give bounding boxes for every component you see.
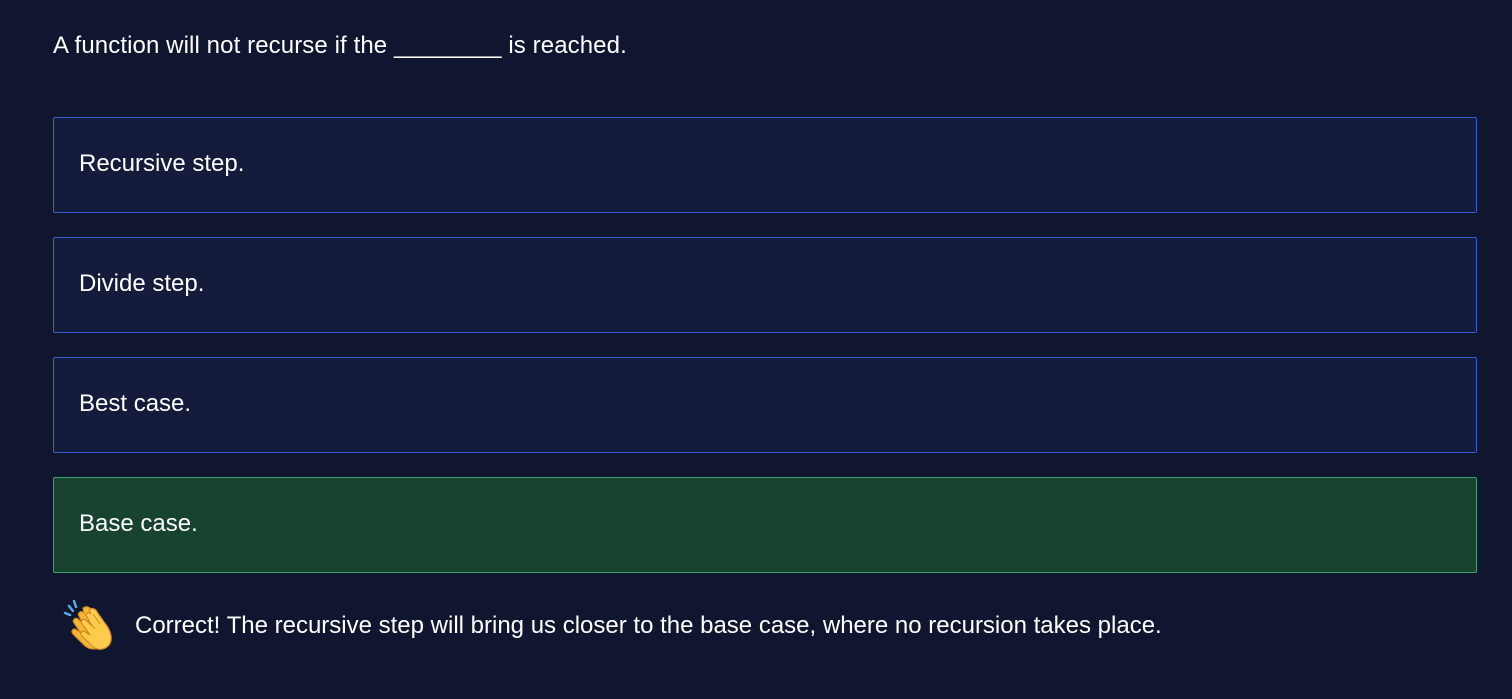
answer-option-base-case-correct[interactable]: Base case.	[53, 477, 1477, 573]
answer-option-best-case[interactable]: Best case.	[53, 357, 1477, 453]
answer-option-recursive-step[interactable]: Recursive step.	[53, 117, 1477, 213]
answer-option-label: Divide step.	[79, 270, 205, 297]
clapping-hands-icon	[63, 599, 112, 650]
feedback-text: Correct! The recursive step will bring u…	[135, 612, 1162, 639]
answer-option-label: Best case.	[79, 390, 192, 417]
answer-option-label: Base case.	[79, 510, 198, 537]
feedback-message: Correct! The recursive step will bring u…	[63, 598, 1463, 654]
answer-option-divide-step[interactable]: Divide step.	[53, 237, 1477, 333]
question-text: A function will not recurse if the _____…	[53, 32, 627, 59]
answer-option-label: Recursive step.	[79, 150, 245, 177]
